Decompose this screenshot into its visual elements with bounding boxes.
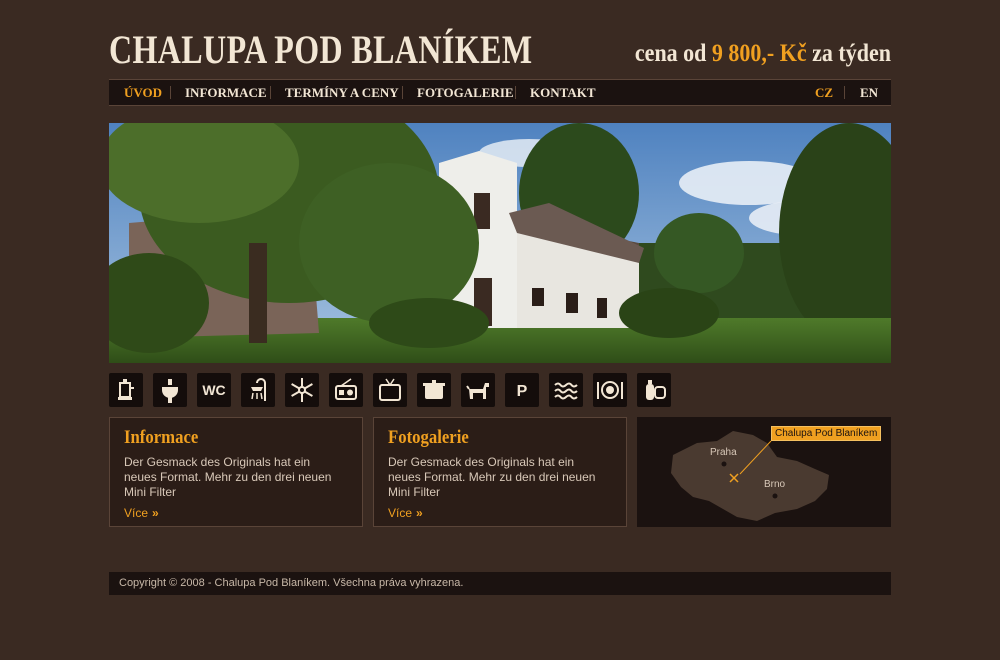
- more-label: Více: [388, 506, 413, 520]
- nav-separator: [844, 86, 845, 99]
- heating-icon: [549, 373, 583, 407]
- tv-icon: [373, 373, 407, 407]
- hero-photo: [109, 123, 891, 363]
- parking-icon: P: [505, 373, 539, 407]
- nav-item-fotogalerie[interactable]: FOTOGALERIE: [417, 80, 514, 105]
- gas-icon: [637, 373, 671, 407]
- praha-dot: [721, 461, 727, 467]
- map-label-praha: Praha: [710, 447, 737, 458]
- nav-item-informace[interactable]: INFORMACE: [185, 80, 267, 105]
- box-text: Der Gesmack des Originals hat ein neues …: [124, 455, 332, 499]
- nav-item-terminy-a-ceny[interactable]: TERMÍNY A CENY: [285, 80, 399, 105]
- main-nav: ÚVOD INFORMACE TERMÍNY A CENY FOTOGALERI…: [109, 79, 891, 106]
- nav-separator: [270, 86, 271, 99]
- box-title[interactable]: Fotogalerie: [388, 427, 469, 449]
- lang-en[interactable]: EN: [860, 80, 878, 105]
- nav-separator: [170, 86, 171, 99]
- price-suffix: za týden: [812, 40, 891, 67]
- cooker-icon: [109, 373, 143, 407]
- double-chevron-right-icon: »: [416, 506, 423, 520]
- box-title[interactable]: Informace: [124, 427, 198, 449]
- more-label: Více: [124, 506, 149, 520]
- svg-text:P: P: [517, 383, 528, 400]
- lang-cz[interactable]: CZ: [815, 80, 833, 105]
- radio-icon: [329, 373, 363, 407]
- nav-separator: [515, 86, 516, 99]
- dining-icon: [593, 373, 627, 407]
- cottage-photo-illustration: [109, 123, 891, 363]
- map-label-brno: Brno: [764, 479, 786, 490]
- map-location-tag: Chalupa Pod Blaníkem: [771, 426, 882, 441]
- header: CHALUPA POD BLANÍKEM cena od 9 800,- Kč …: [109, 22, 891, 72]
- freezer-icon: [285, 373, 319, 407]
- nav-separator: [402, 86, 403, 99]
- price-tagline: cena od 9 800,- Kč za týden: [635, 40, 891, 68]
- dog-icon: [461, 373, 495, 407]
- washbasin-icon: [153, 373, 187, 407]
- price-prefix: cena od: [634, 40, 707, 67]
- price-value: 9 800,- Kč: [711, 40, 807, 67]
- site-title[interactable]: CHALUPA POD BLANÍKEM: [109, 26, 532, 73]
- pot-icon: [417, 373, 451, 407]
- location-map[interactable]: Praha Brno Chalupa Pod Blaníkem: [637, 417, 891, 527]
- svg-text:WC: WC: [202, 382, 225, 398]
- nav-item-uvod[interactable]: ÚVOD: [124, 80, 162, 105]
- shower-icon: [241, 373, 275, 407]
- footer: Copyright © 2008 - Chalupa Pod Blaníkem.…: [109, 572, 891, 595]
- copyright-text: Copyright © 2008 - Chalupa Pod Blaníkem.…: [119, 577, 464, 589]
- wc-icon: WC: [197, 373, 231, 407]
- info-box-fotogalerie: Fotogalerie Der Gesmack des Originals ha…: [373, 417, 627, 527]
- nav-item-kontakt[interactable]: KONTAKT: [530, 80, 596, 105]
- info-box-informace: Informace Der Gesmack des Originals hat …: [109, 417, 363, 527]
- brno-dot: [772, 493, 778, 499]
- double-chevron-right-icon: »: [152, 506, 159, 520]
- more-link[interactable]: Více»: [124, 506, 159, 520]
- box-text: Der Gesmack des Originals hat ein neues …: [388, 455, 596, 499]
- more-link[interactable]: Více»: [388, 506, 423, 520]
- amenities-bar: WC P: [109, 373, 689, 407]
